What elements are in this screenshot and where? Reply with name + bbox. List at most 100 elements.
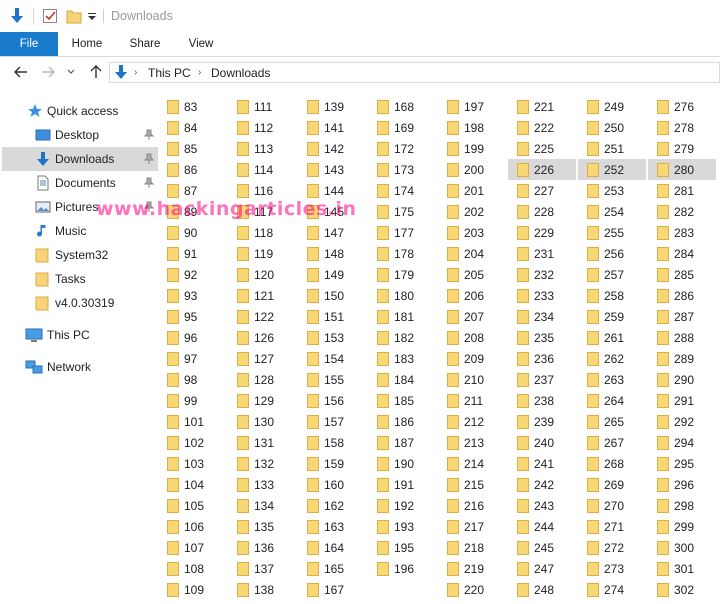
folder-item[interactable]: 149 <box>298 264 366 285</box>
folder-item[interactable]: 291 <box>648 390 716 411</box>
folder-item[interactable]: 120 <box>228 264 296 285</box>
tab-file[interactable]: File <box>0 32 58 56</box>
folder-item[interactable]: 181 <box>368 306 436 327</box>
folder-item[interactable]: 163 <box>298 516 366 537</box>
folder-item[interactable]: 280 <box>648 159 716 180</box>
folder-item[interactable]: 263 <box>578 369 646 390</box>
folder-item[interactable]: 200 <box>438 159 506 180</box>
folder-item[interactable]: 217 <box>438 516 506 537</box>
folder-item[interactable]: 205 <box>438 264 506 285</box>
folder-item[interactable]: 215 <box>438 474 506 495</box>
folder-item[interactable]: 302 <box>648 579 716 600</box>
folder-item[interactable]: 192 <box>368 495 436 516</box>
folder-item[interactable]: 299 <box>648 516 716 537</box>
folder-item[interactable]: 131 <box>228 432 296 453</box>
folder-item[interactable]: 289 <box>648 348 716 369</box>
folder-item[interactable]: 236 <box>508 348 576 369</box>
folder-item[interactable]: 172 <box>368 138 436 159</box>
nav-item-network[interactable]: Network <box>2 355 158 379</box>
folder-item[interactable]: 231 <box>508 243 576 264</box>
folder-item[interactable]: 150 <box>298 285 366 306</box>
nav-item-pictures[interactable]: Pictures <box>2 195 158 219</box>
folder-item[interactable]: 243 <box>508 495 576 516</box>
new-folder-icon[interactable] <box>66 6 82 26</box>
folder-item[interactable]: 154 <box>298 348 366 369</box>
folder-item[interactable]: 159 <box>298 453 366 474</box>
folder-item[interactable]: 169 <box>368 117 436 138</box>
folder-item[interactable]: 233 <box>508 285 576 306</box>
folder-item[interactable]: 255 <box>578 222 646 243</box>
folder-item[interactable]: 276 <box>648 96 716 117</box>
breadcrumb-downloads[interactable]: Downloads <box>211 66 270 80</box>
folder-item[interactable]: 279 <box>648 138 716 159</box>
folder-item[interactable]: 267 <box>578 432 646 453</box>
properties-icon[interactable] <box>42 6 58 26</box>
folder-item[interactable]: 252 <box>578 159 646 180</box>
folder-item[interactable]: 105 <box>158 495 226 516</box>
folder-item[interactable]: 253 <box>578 180 646 201</box>
folder-item[interactable]: 287 <box>648 306 716 327</box>
folder-item[interactable]: 168 <box>368 96 436 117</box>
folder-item[interactable]: 85 <box>158 138 226 159</box>
folder-item[interactable]: 101 <box>158 411 226 432</box>
nav-item-downloads[interactable]: Downloads <box>2 147 158 171</box>
folder-item[interactable]: 261 <box>578 327 646 348</box>
folder-item[interactable]: 300 <box>648 537 716 558</box>
folder-item[interactable]: 177 <box>368 222 436 243</box>
folder-item[interactable]: 281 <box>648 180 716 201</box>
folder-item[interactable]: 109 <box>158 579 226 600</box>
customize-quick-access-icon[interactable] <box>87 6 97 26</box>
folder-item[interactable]: 259 <box>578 306 646 327</box>
folder-item[interactable]: 218 <box>438 537 506 558</box>
pin-icon[interactable] <box>143 153 155 165</box>
folder-item[interactable]: 212 <box>438 411 506 432</box>
folder-item[interactable]: 144 <box>298 180 366 201</box>
folder-item[interactable]: 222 <box>508 117 576 138</box>
folder-item[interactable]: 290 <box>648 369 716 390</box>
folder-item[interactable]: 114 <box>228 159 296 180</box>
up-arrow-icon[interactable] <box>88 64 104 80</box>
folder-item[interactable]: 258 <box>578 285 646 306</box>
folder-item[interactable]: 274 <box>578 579 646 600</box>
folder-item[interactable]: 162 <box>298 495 366 516</box>
folder-item[interactable]: 191 <box>368 474 436 495</box>
folder-item[interactable]: 90 <box>158 222 226 243</box>
folder-item[interactable]: 242 <box>508 474 576 495</box>
folder-item[interactable]: 178 <box>368 243 436 264</box>
folder-item[interactable]: 119 <box>228 243 296 264</box>
folder-item[interactable]: 239 <box>508 411 576 432</box>
nav-item-music[interactable]: Music <box>2 219 158 243</box>
folder-item[interactable]: 160 <box>298 474 366 495</box>
nav-item-system32[interactable]: System32 <box>2 243 158 267</box>
folder-item[interactable]: 89 <box>158 201 226 222</box>
folder-item[interactable]: 256 <box>578 243 646 264</box>
folder-item[interactable]: 286 <box>648 285 716 306</box>
folder-item[interactable]: 122 <box>228 306 296 327</box>
folder-item[interactable]: 203 <box>438 222 506 243</box>
folder-item[interactable]: 268 <box>578 453 646 474</box>
folder-item[interactable]: 234 <box>508 306 576 327</box>
folder-item[interactable]: 225 <box>508 138 576 159</box>
folder-item[interactable]: 270 <box>578 495 646 516</box>
folder-item[interactable]: 133 <box>228 474 296 495</box>
download-arrow-icon[interactable] <box>9 6 25 26</box>
folder-item[interactable]: 147 <box>298 222 366 243</box>
folder-item[interactable]: 142 <box>298 138 366 159</box>
folder-item[interactable]: 284 <box>648 243 716 264</box>
folder-item[interactable]: 151 <box>298 306 366 327</box>
folder-item[interactable]: 102 <box>158 432 226 453</box>
folder-item[interactable]: 209 <box>438 348 506 369</box>
nav-item-desktop[interactable]: Desktop <box>2 123 158 147</box>
folder-item[interactable]: 134 <box>228 495 296 516</box>
pin-icon[interactable] <box>143 129 155 141</box>
folder-item[interactable]: 157 <box>298 411 366 432</box>
folder-item[interactable]: 164 <box>298 537 366 558</box>
folder-item[interactable]: 99 <box>158 390 226 411</box>
folder-item[interactable]: 107 <box>158 537 226 558</box>
folder-item[interactable]: 186 <box>368 411 436 432</box>
folder-item[interactable]: 265 <box>578 411 646 432</box>
folder-item[interactable]: 190 <box>368 453 436 474</box>
folder-item[interactable]: 104 <box>158 474 226 495</box>
folder-item[interactable]: 113 <box>228 138 296 159</box>
back-arrow-icon[interactable] <box>13 64 29 80</box>
